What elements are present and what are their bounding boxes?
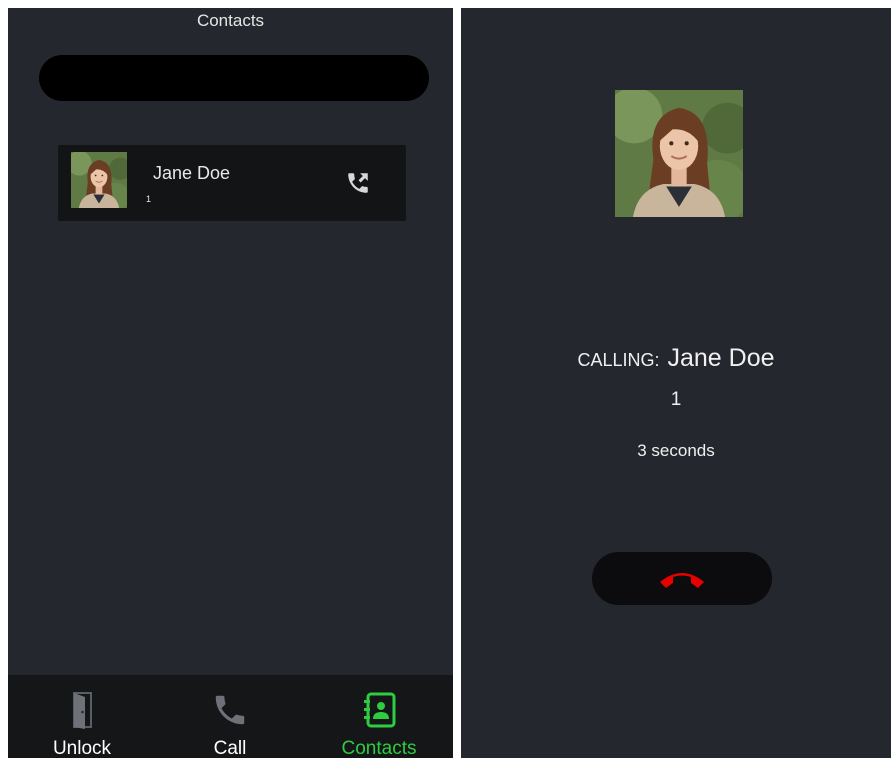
calling-label: CALLING: <box>577 350 660 370</box>
hang-up-icon <box>657 566 707 592</box>
nav-item-unlock[interactable]: Unlock <box>8 675 156 758</box>
phone-icon <box>211 689 249 731</box>
contact-name: Jane Doe <box>153 163 231 183</box>
nav-item-contacts[interactable]: Contacts <box>305 675 453 758</box>
nav-label-call: Call <box>213 738 247 758</box>
phone-outgoing-icon[interactable] <box>345 170 371 196</box>
contacts-book-icon <box>360 689 398 731</box>
nav-label-contacts: Contacts <box>341 738 417 758</box>
hang-up-button[interactable] <box>592 552 772 605</box>
calling-screen: CALLING: Jane Doe 1 3 seconds <box>461 8 891 758</box>
contacts-screen: Contacts Jane Doe 1 Unlock Call Contacts <box>8 8 453 758</box>
contact-list-item[interactable]: Jane Doe 1 <box>58 145 406 221</box>
calling-status: CALLING: Jane Doe <box>461 344 891 373</box>
nav-label-unlock: Unlock <box>52 738 112 758</box>
nav-item-call[interactable]: Call <box>156 675 304 758</box>
caller-number: 1 <box>670 389 682 410</box>
door-icon <box>63 689 101 731</box>
page-title: Contacts <box>196 11 265 30</box>
bottom-navigation: Unlock Call Contacts <box>8 675 453 758</box>
search-input[interactable] <box>39 55 429 101</box>
caller-name: Jane Doe <box>667 344 775 372</box>
caller-photo <box>615 90 743 217</box>
contact-number: 1 <box>146 194 152 204</box>
contact-photo <box>71 152 127 208</box>
call-duration: 3 seconds <box>637 441 715 460</box>
